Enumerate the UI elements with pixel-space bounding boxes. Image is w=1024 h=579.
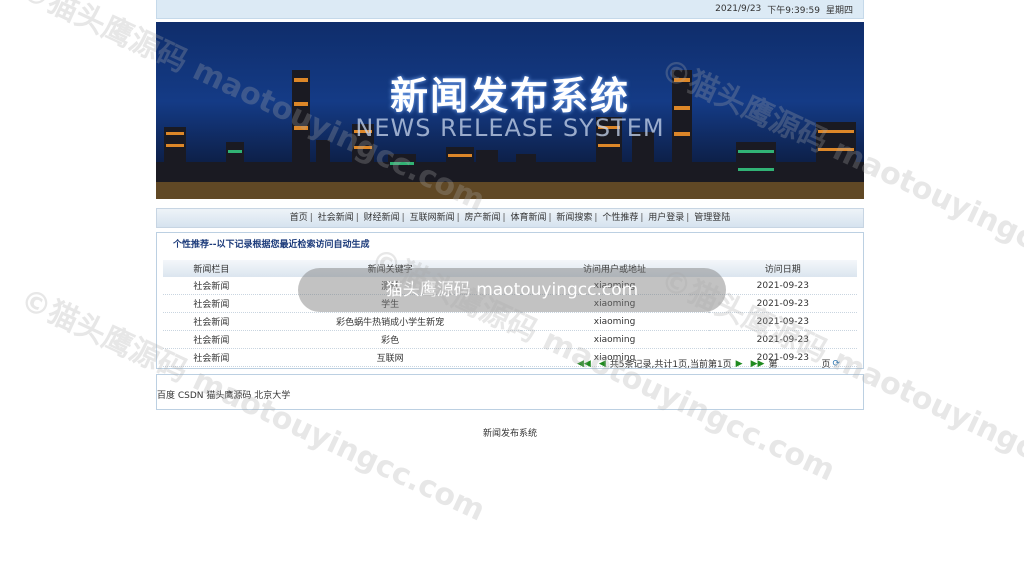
time-text: 下午9:39:59 — [767, 5, 820, 16]
pagination: ◀◀ ◀ 共5条记录,共计1页,当前第1页 ▶ ▶▶ 第 页 ⟳ — [573, 357, 840, 371]
col-header-category: 新闻栏目 — [163, 260, 260, 277]
nav-item-internet[interactable]: 互联网新闻 — [410, 213, 455, 223]
table-row: 社会新闻 彩色蜗牛热销成小学生新宠 xiaoming 2021-09-23 — [163, 312, 857, 331]
goto-page-prefix: 第 — [768, 360, 778, 370]
cell-date: 2021-09-23 — [708, 312, 857, 331]
panel-title: 个性推荐--以下记录根据您最近检索访问自动生成 — [173, 240, 370, 250]
table-row: 社会新闻 彩色 xiaoming 2021-09-23 — [163, 330, 857, 349]
nav-item-recommend[interactable]: 个性推荐 — [602, 213, 638, 223]
nav-item-sports[interactable]: 体育新闻 — [510, 213, 546, 223]
cell-user: xiaoming — [520, 312, 709, 331]
footer-text: 新闻发布系统 — [482, 429, 537, 439]
goto-page-input[interactable] — [777, 359, 821, 369]
cell-date: 2021-09-23 — [708, 294, 857, 313]
friend-links-box: 百度 CSDN 猫头鹰源码 北京大学 — [156, 374, 864, 410]
pager-summary: 共5条记录,共计1页,当前第1页 — [609, 360, 732, 370]
cell-category: 社会新闻 — [163, 294, 260, 313]
goto-refresh-icon[interactable]: ⟳ — [832, 359, 840, 369]
first-page-icon[interactable]: ◀◀ — [577, 359, 591, 369]
prev-page-icon[interactable]: ◀ — [599, 359, 606, 369]
main-nav: 首页 | 社会新闻 | 财经新闻 | 互联网新闻 | 房产新闻 | 体育新闻 | 新闻搜索 |… — [156, 208, 864, 228]
banner-subtitle: NEWS RELEASE SYSTEM — [355, 114, 665, 142]
nav-item-home[interactable]: 首页 — [290, 213, 308, 223]
weekday-text: 星期四 — [825, 5, 853, 16]
cell-keyword[interactable]: 互联网 — [259, 348, 521, 367]
datetime-bar: 2021/9/23 下午9:39:59 星期四 — [156, 0, 864, 19]
cell-category: 社会新闻 — [163, 312, 260, 331]
nav-item-search[interactable]: 新闻搜索 — [556, 213, 592, 223]
page-wrapper: 2021/9/23 下午9:39:59 星期四 新闻发布系统 NEWS RELE… — [156, 0, 864, 439]
cell-date: 2021-09-23 — [708, 330, 857, 349]
cell-keyword[interactable]: 彩色蜗牛热销成小学生新宠 — [259, 312, 521, 331]
cell-category: 社会新闻 — [163, 348, 260, 367]
cell-date: 2021-09-23 — [708, 277, 857, 295]
goto-page-suffix: 页 — [821, 360, 831, 370]
col-header-date: 访问日期 — [708, 260, 857, 277]
nav-item-finance[interactable]: 财经新闻 — [364, 213, 400, 223]
watermark-toast: 猫头鹰源码 maotouyingcc.com — [298, 268, 726, 312]
banner-title: 新闻发布系统 — [389, 74, 630, 118]
cell-category: 社会新闻 — [163, 277, 260, 295]
date-text: 2021/9/23 — [715, 4, 762, 14]
nav-item-realestate[interactable]: 房产新闻 — [465, 213, 501, 223]
nav-item-society[interactable]: 社会新闻 — [318, 213, 354, 223]
cell-user: xiaoming — [520, 330, 709, 349]
cell-category: 社会新闻 — [163, 330, 260, 349]
site-banner: 新闻发布系统 NEWS RELEASE SYSTEM — [156, 22, 864, 199]
nav-item-admin-login[interactable]: 管理登陆 — [694, 213, 730, 223]
next-page-icon[interactable]: ▶ — [736, 359, 743, 369]
cell-keyword[interactable]: 彩色 — [259, 330, 521, 349]
last-page-icon[interactable]: ▶▶ — [751, 359, 765, 369]
friend-links[interactable]: 百度 CSDN 猫头鹰源码 北京大学 — [157, 388, 290, 401]
nav-item-user-login[interactable]: 用户登录 — [648, 213, 684, 223]
